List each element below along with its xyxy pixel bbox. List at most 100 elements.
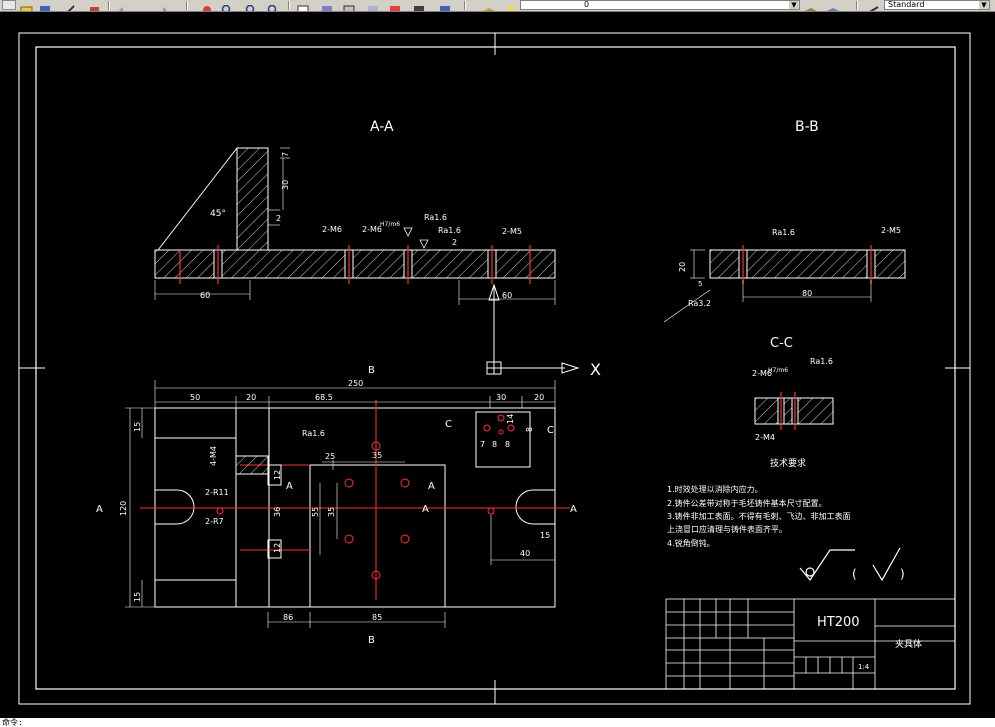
section-bb[interactable]: B-B 80 20 5 Ra1.6 2-M5 Ra3.2 xyxy=(663,119,906,323)
pan-icon[interactable] xyxy=(200,0,214,11)
section-bb-title: B-B xyxy=(795,119,819,135)
surface-finish-symbol xyxy=(799,547,901,582)
marker-c-right: C xyxy=(547,425,554,436)
dim-15c: 15 xyxy=(540,531,550,540)
surface-paren-left: ( xyxy=(852,567,857,581)
command-line[interactable]: 命令: xyxy=(0,718,995,727)
open-icon[interactable] xyxy=(20,0,34,11)
marker-b-top: B xyxy=(368,365,375,376)
note-2: 2.铸件公差带对称于毛坯铸件基本尺寸配置。 xyxy=(667,498,827,508)
dim-50: 50 xyxy=(190,393,200,402)
tol-aa: H7/m6 xyxy=(380,221,400,228)
note-5: 4.锐角倒钝。 xyxy=(667,538,715,548)
marker-b-bottom: B xyxy=(368,635,375,646)
text-style-dropdown-arrow-icon[interactable]: ▼ xyxy=(979,1,989,9)
markup-icon[interactable] xyxy=(388,0,402,11)
layer-manager-icon[interactable] xyxy=(482,0,496,11)
dim-aa-7: 7 xyxy=(281,152,290,157)
rough-cc: Ra1.6 xyxy=(810,357,833,366)
sheet-set-icon[interactable] xyxy=(366,0,380,11)
dim-250: 250 xyxy=(348,379,363,388)
dim-40: 40 xyxy=(520,549,530,558)
make-current-layer-icon[interactable] xyxy=(804,0,818,11)
plan-view[interactable]: B 250 50 20 68.5 30 20 15 120 15 4-M4 Ra… xyxy=(96,365,577,646)
dim-bb-5: 5 xyxy=(698,280,702,288)
radius-r11: 2-R11 xyxy=(205,488,229,497)
thread-aa-2: 2-M6 xyxy=(362,225,382,234)
properties-icon[interactable] xyxy=(296,0,310,11)
note-1: 1.时效处理以消除内应力。 xyxy=(667,484,763,494)
rough-aa-1: Ra1.6 xyxy=(424,213,447,222)
calculator-icon[interactable] xyxy=(412,0,426,11)
dim-55: 55 xyxy=(311,507,320,517)
dim-85: 85 xyxy=(372,613,382,622)
dim-14: 14 xyxy=(506,414,515,424)
note-4: 上浇冒口应清理与铸件表面齐平。 xyxy=(667,524,787,534)
dim-aa-30: 30 xyxy=(281,180,290,190)
layer-dropdown-arrow-icon[interactable]: ▼ xyxy=(789,1,799,9)
dim-35b: 35 xyxy=(327,507,336,517)
bulb-icon[interactable] xyxy=(504,0,518,11)
marker-a-inner-right: A xyxy=(428,481,435,492)
radius-r7: 2-R7 xyxy=(205,517,224,526)
dim-12b: 12 xyxy=(273,543,282,553)
help-icon[interactable] xyxy=(438,0,452,11)
section-cc[interactable]: C-C Ra1.6 2-M6 H7/m6 2-M4 技术要求 xyxy=(752,336,834,469)
section-aa-title: A-A xyxy=(370,119,394,135)
dim-aa-2b: 2 xyxy=(452,238,457,247)
match-properties-icon[interactable] xyxy=(88,0,102,11)
note-3: 3.铸件非加工表面。不得有毛刺、飞边、非加工表面 xyxy=(667,511,851,521)
dim-8a: 8 xyxy=(492,440,497,449)
undo-icon[interactable] xyxy=(116,0,130,11)
tool-palette-icon[interactable] xyxy=(342,0,356,11)
marker-a-right: A xyxy=(570,504,577,515)
marker-c-left: C xyxy=(445,419,452,430)
tol-cc: H7/m6 xyxy=(768,367,788,374)
brush-icon[interactable] xyxy=(64,0,78,11)
dim-20a: 20 xyxy=(246,393,256,402)
design-center-icon[interactable] xyxy=(320,0,334,11)
rough-bb-bottom: Ra3.2 xyxy=(688,299,711,308)
dim-8b: 8 xyxy=(505,440,510,449)
technical-notes: 1.时效处理以消除内应力。 2.铸件公差带对称于毛坯铸件基本尺寸配置。 3.铸件… xyxy=(667,484,851,548)
zoom-realtime-icon[interactable] xyxy=(220,0,234,11)
dim-8c: 8 xyxy=(525,427,534,432)
text-style-icon[interactable] xyxy=(866,0,880,11)
dim-20b: 20 xyxy=(534,393,544,402)
dim-7: 7 xyxy=(480,440,485,449)
axis-x-label: X xyxy=(590,360,601,379)
dim-aa-angle: 45° xyxy=(210,209,226,219)
layer-previous-icon[interactable] xyxy=(826,0,840,11)
dim-35a: 35 xyxy=(372,451,382,460)
text-style-value: Standard xyxy=(888,0,925,9)
dim-aa-2: 2 xyxy=(276,214,281,223)
toolbar: 0 ▼ Standard ▼ xyxy=(0,0,995,12)
dim-68-5: 68.5 xyxy=(315,393,333,402)
redo-icon[interactable] xyxy=(156,0,170,11)
section-aa[interactable]: A-A 60 60 45° 30 7 2 2-M6 2-M6 H7/m6 Ra1… xyxy=(154,119,556,305)
new-icon[interactable] xyxy=(2,0,16,10)
zoom-window-icon[interactable] xyxy=(244,0,258,11)
text-style-dropdown[interactable]: Standard ▼ xyxy=(884,0,990,10)
dim-12a: 12 xyxy=(273,470,282,480)
rough-bb: Ra1.6 xyxy=(772,228,795,237)
dim-86: 86 xyxy=(283,613,293,622)
zoom-previous-icon[interactable] xyxy=(266,0,280,11)
thread-cc-bottom: 2-M4 xyxy=(755,433,775,442)
surface-paren-right: ) xyxy=(900,567,905,581)
rough-main: Ra1.6 xyxy=(302,429,325,438)
cc-caption: 技术要求 xyxy=(770,457,806,469)
drawing-canvas[interactable]: A-A 60 60 45° 30 7 2 2-M6 2-M6 H7/m6 Ra1… xyxy=(0,12,995,718)
marker-a-inner-left: A xyxy=(286,481,293,492)
section-cc-title: C-C xyxy=(770,336,793,351)
layer-dropdown[interactable]: 0 ▼ xyxy=(520,0,800,10)
save-icon[interactable] xyxy=(38,0,52,11)
scale-label: 1:4 xyxy=(858,663,870,671)
marker-a-left: A xyxy=(96,504,103,515)
dim-120: 120 xyxy=(119,501,128,516)
material-label: HT200 xyxy=(817,615,860,630)
dim-30: 30 xyxy=(496,393,506,402)
thread-aa-1: 2-M6 xyxy=(322,225,342,234)
part-name-label: 夹具体 xyxy=(895,638,922,650)
dim-15b: 15 xyxy=(133,592,142,602)
